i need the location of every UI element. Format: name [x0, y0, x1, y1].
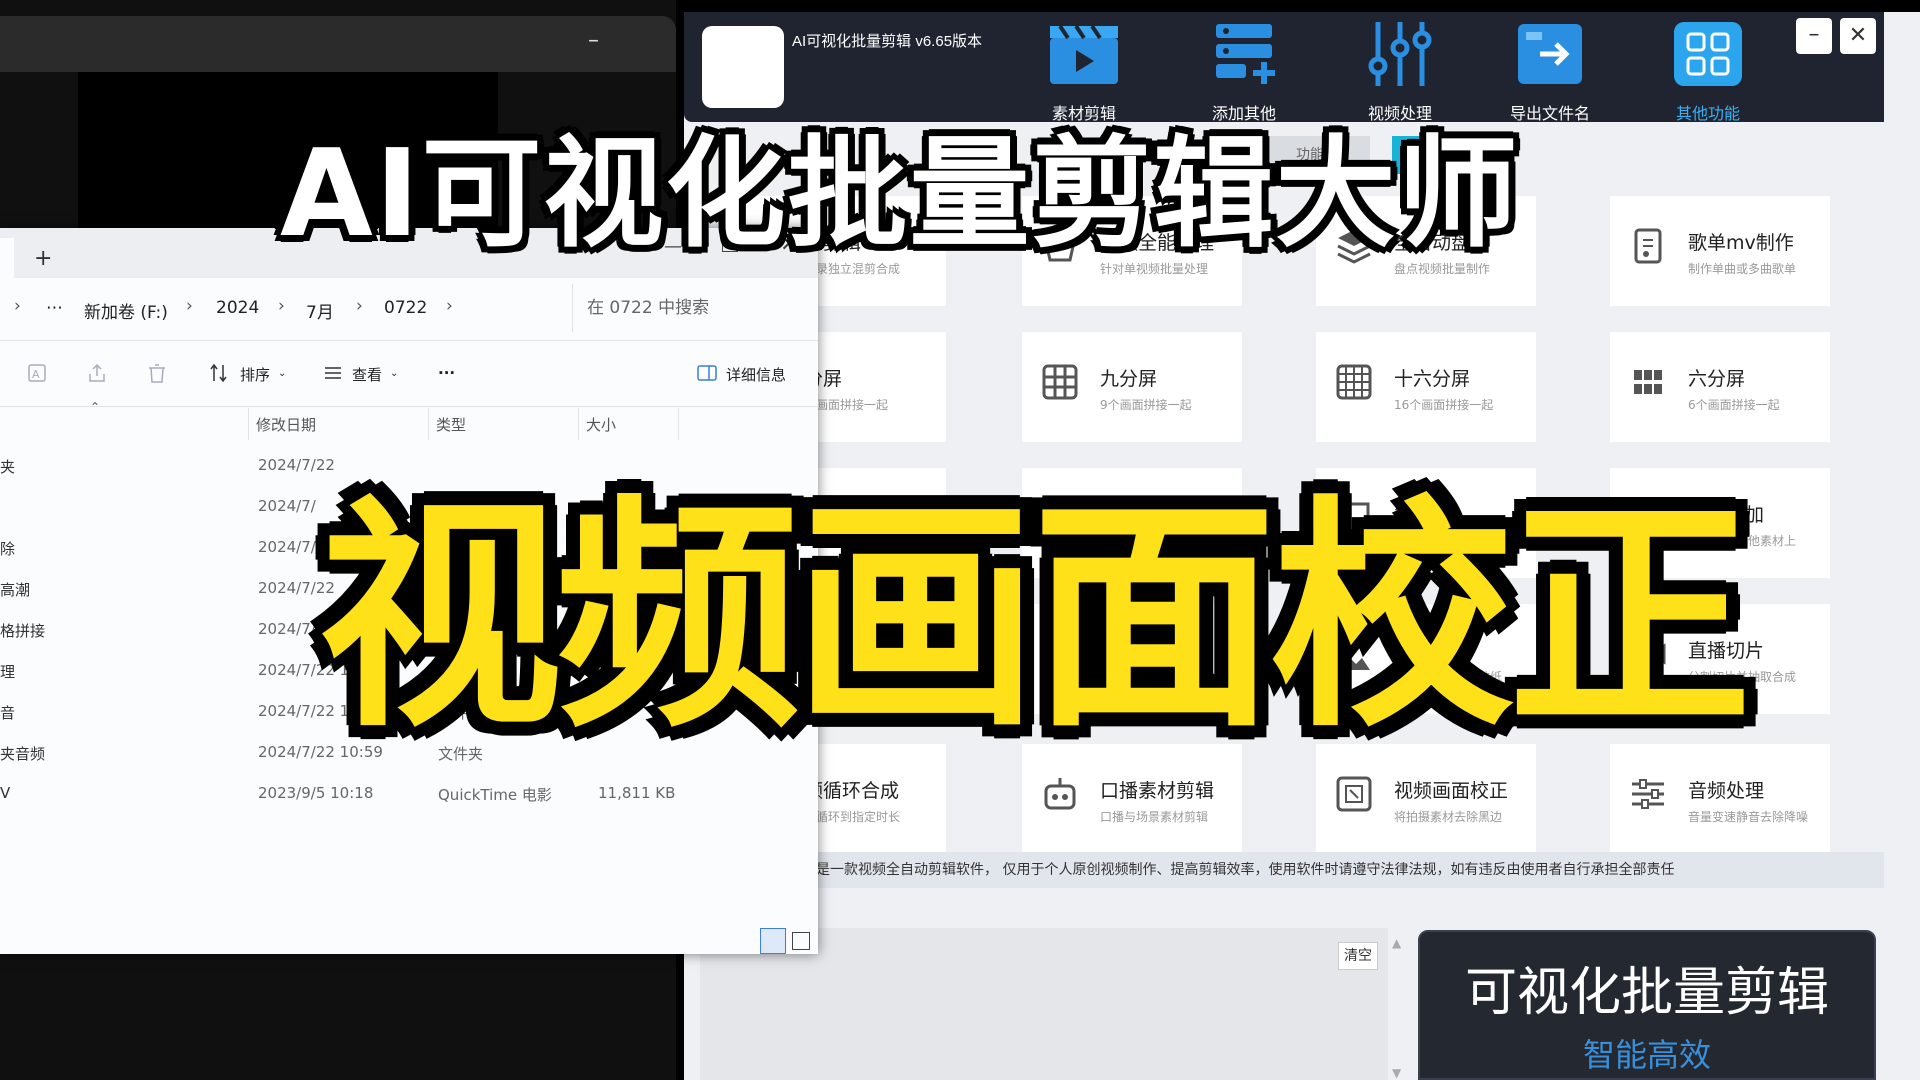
music-doc-icon	[1634, 228, 1662, 264]
more-options-button[interactable]: ···	[438, 364, 455, 382]
delete-icon[interactable]	[146, 362, 168, 384]
file-date: 2024/7/	[258, 497, 316, 515]
app-close-button[interactable]: ✕	[1840, 18, 1876, 54]
function-card-subtitle: 16个画面拼接一起	[1394, 398, 1494, 412]
file-name: 格拼接	[0, 622, 46, 640]
sliders-icon	[1368, 22, 1432, 86]
breadcrumb-folder[interactable]: 0722	[384, 298, 427, 318]
function-card[interactable]: 视频画面校正将拍摄素材去除黑边	[1316, 744, 1536, 854]
promo-subtitle: 智能高效	[1582, 1036, 1711, 1074]
function-card-subtitle: 9个画面拼接一起	[1100, 398, 1192, 412]
function-card-title: 十六分屏	[1394, 368, 1471, 390]
chevron-right-icon: ›	[14, 296, 21, 316]
breadcrumb-more[interactable]: ⋯	[46, 298, 63, 318]
file-name: 夹	[0, 458, 16, 476]
scroll-up-arrow-icon[interactable]: ▲	[1392, 936, 1401, 950]
explorer-tab[interactable]	[0, 238, 14, 278]
frame-correct-icon	[1336, 776, 1372, 812]
sort-icon	[210, 363, 227, 383]
breadcrumb-drive[interactable]: 新加卷 (F:)	[84, 298, 168, 323]
function-card-title: 口播素材剪辑	[1100, 780, 1215, 802]
sort-button[interactable]: 排序	[240, 364, 270, 385]
column-header-date[interactable]: 修改日期	[256, 414, 316, 435]
promo-banner: 可视化批量剪辑 智能高效	[1418, 930, 1876, 1080]
function-card-title: 频循环合成	[804, 780, 900, 802]
function-card-title: 视频画面校正	[1394, 780, 1509, 802]
overlay-big-caption: 视频画面校正	[318, 476, 1752, 760]
function-card-title: 音频处理	[1688, 780, 1765, 802]
search-input[interactable]: 在 0722 中搜索	[572, 284, 818, 332]
details-pane-icon	[697, 365, 717, 381]
clear-log-button[interactable]: 清空	[1338, 942, 1378, 970]
chevron-down-icon: ⌄	[278, 368, 287, 379]
background-window-minimize-button[interactable]: –	[588, 28, 599, 53]
details-view-toggle[interactable]	[760, 928, 786, 954]
robot-icon	[1044, 778, 1076, 810]
audio-sliders-icon	[1632, 779, 1664, 809]
details-button[interactable]: 详细信息	[726, 364, 786, 385]
file-name: V	[0, 784, 11, 802]
app-title: AI可视化批量剪辑 v6.65版本	[792, 33, 983, 50]
function-card-subtitle: 制作单曲或多曲歌单	[1688, 262, 1797, 276]
grid16-icon	[1336, 364, 1372, 400]
function-card[interactable]: 口播素材剪辑口播与场景素材剪辑	[1022, 744, 1242, 854]
clapperboard-icon	[1050, 24, 1118, 84]
file-name: 理	[0, 663, 16, 681]
file-type: QuickTime 电影	[438, 786, 552, 804]
overlay-title: AI可视化批量剪辑大师	[280, 125, 1520, 264]
file-name: 音	[0, 704, 16, 722]
toolbar-label: 导出文件名	[1509, 104, 1590, 123]
toolbar-export-filename-button[interactable]: 导出文件名	[1480, 22, 1620, 123]
rename-icon[interactable]: A	[26, 362, 48, 384]
promo-title: 可视化批量剪辑	[1464, 963, 1829, 1023]
grid-apps-icon	[1674, 22, 1742, 86]
scroll-down-arrow-icon[interactable]: ▼	[1392, 1066, 1401, 1080]
function-card-title: 六分屏	[1688, 368, 1746, 390]
chevron-right-icon: ›	[446, 296, 453, 316]
breadcrumb-month[interactable]: 7月	[306, 298, 334, 323]
function-card-title: 歌单mv制作	[1688, 232, 1794, 254]
app-minimize-button[interactable]: –	[1796, 18, 1832, 54]
file-name: 高潮	[0, 581, 31, 599]
file-date: 2024/7/	[258, 538, 316, 556]
grid6-icon	[1634, 370, 1662, 394]
svg-text:A: A	[32, 368, 40, 381]
grid9-icon	[1042, 364, 1078, 400]
view-button[interactable]: 查看	[352, 364, 382, 385]
file-date: 2023/9/5 10:18	[258, 784, 374, 802]
chevron-right-icon: ›	[278, 296, 285, 316]
toolbar-label: 其他功能	[1675, 104, 1740, 123]
chevron-right-icon: ›	[186, 296, 193, 316]
new-tab-button[interactable]: +	[34, 246, 52, 271]
column-separator[interactable]	[248, 408, 249, 440]
file-name: 除	[0, 540, 16, 558]
view-list-icon	[325, 367, 341, 379]
chevron-right-icon: ›	[356, 296, 363, 316]
function-card[interactable]: 音频处理音量变速静音去除降噪	[1610, 744, 1830, 854]
breadcrumb-year[interactable]: 2024	[216, 298, 259, 318]
function-card[interactable]: 歌单mv制作制作单曲或多曲歌单	[1610, 196, 1830, 306]
background-window-titlebar	[0, 16, 676, 72]
share-icon[interactable]	[86, 362, 108, 384]
file-name: 夹音频	[0, 745, 46, 763]
function-card-subtitle: 6个画面拼接一起	[1688, 398, 1780, 412]
function-card[interactable]: 六分屏 6个画面拼接一起	[1610, 332, 1830, 442]
function-card-subtitle: 口播与场景素材剪辑	[1100, 810, 1209, 824]
function-card-subtitle: 将拍摄素材去除黑边	[1394, 810, 1503, 824]
file-size: 11,811 KB	[598, 784, 676, 802]
add-list-icon	[1216, 24, 1275, 84]
file-row[interactable]: V 2023/9/5 10:18 QuickTime 电影 11,811 KB	[0, 774, 818, 814]
sort-up-icon: ⌃	[90, 400, 101, 414]
chevron-down-icon: ⌄	[390, 368, 399, 379]
export-file-icon	[1518, 24, 1582, 84]
function-card-subtitle: 音量变速静音去除降噪	[1688, 810, 1809, 824]
thumbnail-view-toggle[interactable]	[792, 932, 810, 950]
toolbar-other-functions-button[interactable]: 其他功能	[1638, 22, 1778, 123]
function-card-title: 九分屏	[1100, 368, 1158, 390]
function-card-subtitle: 频循环到指定时长	[804, 810, 901, 824]
disclaimer-notice: 是一款视频全自动剪辑软件， 仅用于个人原创视频制作、提高剪辑效率，使用软件时请遵…	[684, 852, 1884, 888]
